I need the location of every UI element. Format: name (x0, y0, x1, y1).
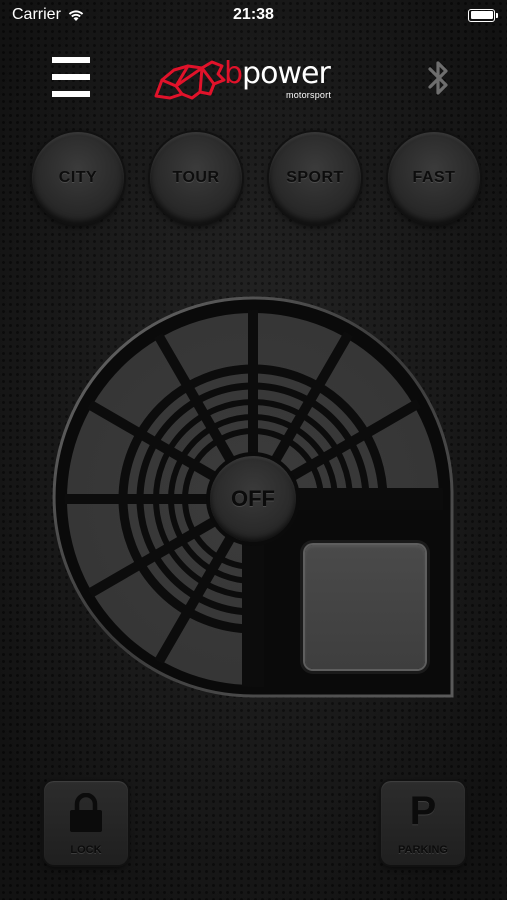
menu-button[interactable] (52, 55, 90, 99)
carrier-label: Carrier (12, 6, 61, 23)
bluetooth-icon (428, 61, 448, 95)
parking-button[interactable]: P PARKING (381, 781, 465, 865)
fast-mode-button[interactable]: FAST (388, 132, 480, 224)
hamburger-icon (52, 57, 90, 63)
bull-logo-icon (154, 60, 226, 100)
bluetooth-button[interactable] (426, 58, 452, 98)
logo-wordmark: bpower (224, 56, 331, 91)
battery-icon (468, 8, 498, 22)
wifi-icon (68, 10, 84, 21)
parking-label: PARKING (398, 844, 448, 856)
lock-button[interactable]: LOCK (44, 781, 128, 865)
status-left: Carrier (12, 6, 85, 24)
power-dial: OFF (50, 292, 455, 702)
lock-label: LOCK (70, 844, 102, 856)
sport-mode-button[interactable]: SPORT (269, 132, 361, 224)
header: bpower motorsport (0, 50, 507, 105)
corner-square-button[interactable] (305, 545, 425, 669)
logo-subtitle: motorsport (286, 90, 332, 100)
lock-icon (70, 793, 102, 832)
city-mode-button[interactable]: CITY (32, 132, 124, 224)
parking-icon: P (409, 789, 437, 833)
tour-mode-button[interactable]: TOUR (150, 132, 242, 224)
off-button[interactable]: OFF (210, 456, 296, 542)
bpower-logo: bpower motorsport (152, 54, 352, 104)
mode-selector: CITY TOUR SPORT FAST (0, 132, 507, 224)
status-bar: Carrier 21:38 (0, 0, 507, 30)
